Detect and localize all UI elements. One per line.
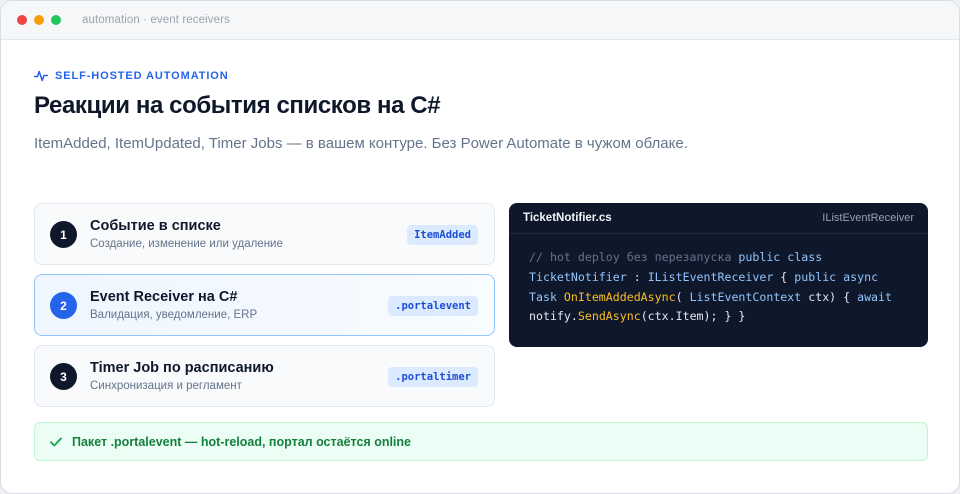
code-method: OnItemAddedAsync xyxy=(563,289,676,304)
code-type: Task xyxy=(529,289,557,304)
step-description: Валидация, уведомление, ERP xyxy=(90,309,258,321)
status-banner: Пакет .portalevent — hot-reload, портал … xyxy=(34,422,928,461)
step-number-badge: 2 xyxy=(50,292,77,319)
code-keyword: public xyxy=(738,250,781,264)
step-tag: .portalevent xyxy=(388,296,478,316)
code-comment: // hot deploy без перезапуска xyxy=(529,250,732,264)
code-class-name: TicketNotifier xyxy=(529,269,627,284)
window-title: automation · event receivers xyxy=(82,14,230,26)
app-window: automation · event receivers SELF-HOSTED… xyxy=(0,0,960,494)
step-card-receiver[interactable]: 2 Event Receiver на C# Валидация, уведом… xyxy=(34,274,495,336)
step-tag: .portaltimer xyxy=(388,367,478,387)
code-keyword: class xyxy=(787,250,823,264)
check-icon xyxy=(50,437,62,446)
code-keyword: await xyxy=(857,289,892,304)
code-object: notify. xyxy=(529,309,578,324)
eyebrow-label: SELF-HOSTED AUTOMATION xyxy=(55,70,229,82)
code-filename: TicketNotifier.cs xyxy=(523,212,612,224)
code-panel: TicketNotifier.cs IListEventReceiver // … xyxy=(509,203,928,347)
page-subtitle: ItemAdded, ItemUpdated, Timer Jobs — в в… xyxy=(34,135,688,152)
eyebrow: SELF-HOSTED AUTOMATION xyxy=(34,70,229,82)
step-title: Timer Job по расписанию xyxy=(90,360,274,376)
code-punct: { xyxy=(773,269,795,284)
minimize-window-button[interactable] xyxy=(34,15,44,25)
steps-list: 1 Событие в списке Создание, изменение и… xyxy=(34,203,495,416)
page-title: Реакции на события списков на C# xyxy=(34,92,441,119)
code-snippet: // hot deploy без перезапуска public cla… xyxy=(509,234,928,327)
code-keyword: async xyxy=(843,269,879,284)
code-params: ctx) { xyxy=(801,289,858,304)
code-interface: IListEventReceiver xyxy=(647,269,774,284)
step-number-badge: 3 xyxy=(50,363,77,390)
code-param-type: ListEventContext xyxy=(689,289,802,304)
step-tag: ItemAdded xyxy=(407,225,478,245)
code-punct: : xyxy=(626,269,648,284)
status-banner-text: Пакет .portalevent — hot-reload, портал … xyxy=(72,434,411,449)
step-title: Событие в списке xyxy=(90,218,221,234)
code-keyword: public xyxy=(794,269,837,284)
code-punct: ( xyxy=(675,289,690,304)
step-title: Event Receiver на C# xyxy=(90,289,238,305)
step-number-badge: 1 xyxy=(50,221,77,248)
code-panel-header: TicketNotifier.cs IListEventReceiver xyxy=(509,203,928,234)
activity-pulse-icon xyxy=(34,70,48,82)
step-description: Синхронизация и регламент xyxy=(90,380,242,392)
code-method: SendAsync xyxy=(577,309,641,324)
step-card-timer[interactable]: 3 Timer Job по расписанию Синхронизация … xyxy=(34,345,495,407)
step-card-event[interactable]: 1 Событие в списке Создание, изменение и… xyxy=(34,203,495,265)
code-call-args: (ctx.Item); } } xyxy=(640,309,746,324)
maximize-window-button[interactable] xyxy=(51,15,61,25)
window-titlebar: automation · event receivers xyxy=(1,1,959,40)
code-interface-label: IListEventReceiver xyxy=(822,212,914,224)
step-description: Создание, изменение или удаление xyxy=(90,238,283,250)
close-window-button[interactable] xyxy=(17,15,27,25)
